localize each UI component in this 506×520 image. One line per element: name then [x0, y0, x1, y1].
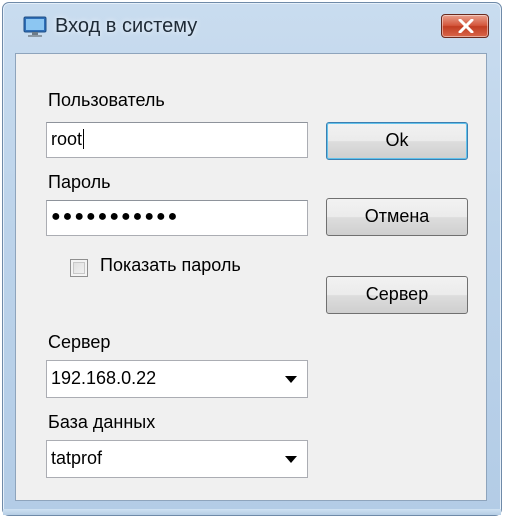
- login-window: Вход в систему Пользователь root Пароль …: [2, 2, 502, 516]
- server-button[interactable]: Сервер: [326, 276, 468, 314]
- server-select[interactable]: 192.168.0.22: [46, 360, 308, 398]
- password-input[interactable]: ●●●●●●●●●●●: [46, 200, 308, 236]
- show-password-label[interactable]: Показать пароль: [100, 255, 241, 276]
- database-select-value: tatprof: [51, 448, 103, 468]
- computer-icon: [23, 16, 47, 38]
- server-label: Сервер: [48, 332, 111, 352]
- close-button[interactable]: [441, 14, 489, 38]
- window-bottom-border: [3, 509, 501, 515]
- user-input-value: root: [51, 129, 83, 149]
- dialog-body: Пользователь root Пароль ●●●●●●●●●●● Пок…: [15, 53, 487, 501]
- database-label: База данных: [48, 412, 156, 432]
- user-input[interactable]: root: [46, 122, 308, 158]
- window-title: Вход в систему: [55, 15, 198, 37]
- server-select-value: 192.168.0.22: [51, 368, 157, 388]
- show-password-checkbox[interactable]: [70, 259, 88, 277]
- database-select[interactable]: tatprof: [46, 440, 308, 478]
- title-bar[interactable]: Вход в систему: [3, 3, 501, 51]
- chevron-down-icon: [285, 376, 297, 383]
- close-icon: [458, 19, 474, 33]
- user-label: Пользователь: [48, 90, 165, 110]
- ok-button[interactable]: Ok: [326, 122, 468, 160]
- text-caret: [83, 129, 85, 149]
- cancel-button[interactable]: Отмена: [326, 198, 468, 236]
- password-label: Пароль: [48, 172, 111, 192]
- password-mask: ●●●●●●●●●●●: [51, 208, 180, 225]
- chevron-down-icon: [285, 456, 297, 463]
